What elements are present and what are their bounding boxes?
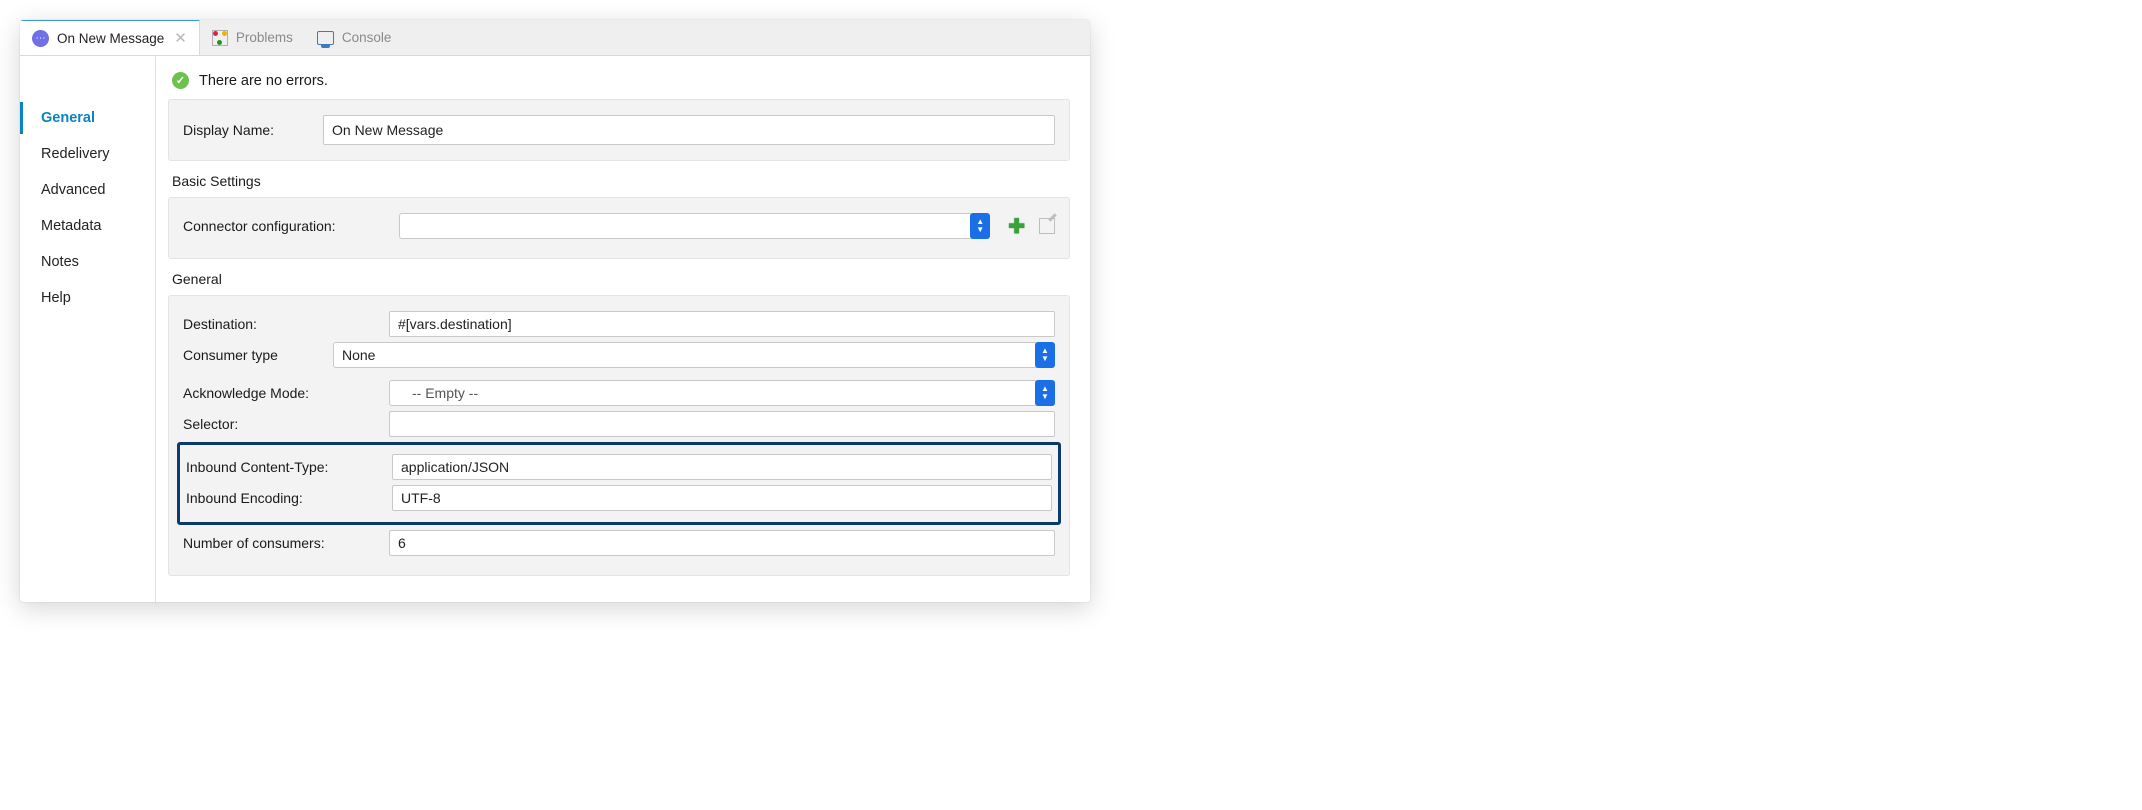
- problems-icon: [212, 30, 228, 46]
- connector-config-label: Connector configuration:: [183, 218, 389, 234]
- main-panel: ✓ There are no errors. Display Name: Bas…: [156, 56, 1090, 602]
- select-stepper-icon[interactable]: ▲▼: [970, 213, 990, 239]
- tab-strip: ⋯ On New Message ✕ Problems Console: [20, 20, 1090, 56]
- selector-input[interactable]: [389, 411, 1055, 437]
- add-icon[interactable]: ✚: [1008, 214, 1025, 239]
- ack-mode-value[interactable]: [389, 380, 1038, 406]
- sidebar-item-general[interactable]: General: [20, 102, 155, 134]
- check-icon: ✓: [172, 72, 189, 89]
- general-group: Destination: Consumer type ▲▼ Acknowledg…: [168, 295, 1070, 576]
- connector-config-value[interactable]: [399, 213, 973, 239]
- num-consumers-input[interactable]: [389, 530, 1055, 556]
- tab-problems[interactable]: Problems: [200, 30, 305, 46]
- sidebar-item-redelivery[interactable]: Redelivery: [20, 138, 155, 170]
- tab-on-new-message[interactable]: ⋯ On New Message ✕: [20, 20, 200, 55]
- selector-label: Selector:: [183, 416, 379, 432]
- destination-input[interactable]: [389, 311, 1055, 337]
- sidebar-item-help[interactable]: Help: [20, 282, 155, 314]
- tab-label: Problems: [236, 30, 293, 45]
- sidebar-item-notes[interactable]: Notes: [20, 246, 155, 278]
- destination-label: Destination:: [183, 316, 379, 332]
- display-name-input[interactable]: [323, 115, 1055, 145]
- sidebar: General Redelivery Advanced Metadata Not…: [20, 56, 156, 602]
- message-icon: ⋯: [32, 30, 49, 47]
- consumer-type-value[interactable]: [333, 342, 1038, 368]
- sidebar-item-metadata[interactable]: Metadata: [20, 210, 155, 242]
- select-stepper-icon[interactable]: ▲▼: [1035, 380, 1055, 406]
- basic-settings-group: Connector configuration: ▲▼ ✚: [168, 197, 1070, 259]
- select-stepper-icon[interactable]: ▲▼: [1035, 342, 1055, 368]
- inbound-content-type-input[interactable]: [392, 454, 1052, 480]
- connector-config-select[interactable]: ▲▼: [399, 213, 990, 239]
- status-text: There are no errors.: [199, 73, 328, 89]
- display-name-label: Display Name:: [183, 122, 313, 138]
- status-row: ✓ There are no errors.: [168, 68, 1070, 99]
- edit-icon[interactable]: [1039, 218, 1055, 234]
- sidebar-item-advanced[interactable]: Advanced: [20, 174, 155, 206]
- console-icon: [317, 31, 334, 45]
- inbound-encoding-label: Inbound Encoding:: [186, 490, 382, 506]
- close-icon[interactable]: ✕: [174, 29, 187, 47]
- inbound-content-type-label: Inbound Content-Type:: [186, 459, 382, 475]
- highlighted-fields: Inbound Content-Type: Inbound Encoding:: [177, 442, 1061, 525]
- tab-label: Console: [342, 30, 392, 45]
- basic-settings-title: Basic Settings: [168, 171, 1070, 197]
- consumer-type-select[interactable]: ▲▼: [333, 342, 1055, 368]
- tab-console[interactable]: Console: [305, 30, 404, 45]
- inbound-encoding-input[interactable]: [392, 485, 1052, 511]
- general-group-title: General: [168, 269, 1070, 295]
- ack-mode-select[interactable]: ▲▼: [389, 380, 1055, 406]
- num-consumers-label: Number of consumers:: [183, 535, 379, 551]
- tab-label: On New Message: [57, 31, 164, 46]
- editor-window: ⋯ On New Message ✕ Problems Console Gene…: [20, 20, 1090, 602]
- ack-mode-label: Acknowledge Mode:: [183, 385, 379, 401]
- consumer-type-label: Consumer type: [183, 347, 323, 363]
- display-name-group: Display Name:: [168, 99, 1070, 161]
